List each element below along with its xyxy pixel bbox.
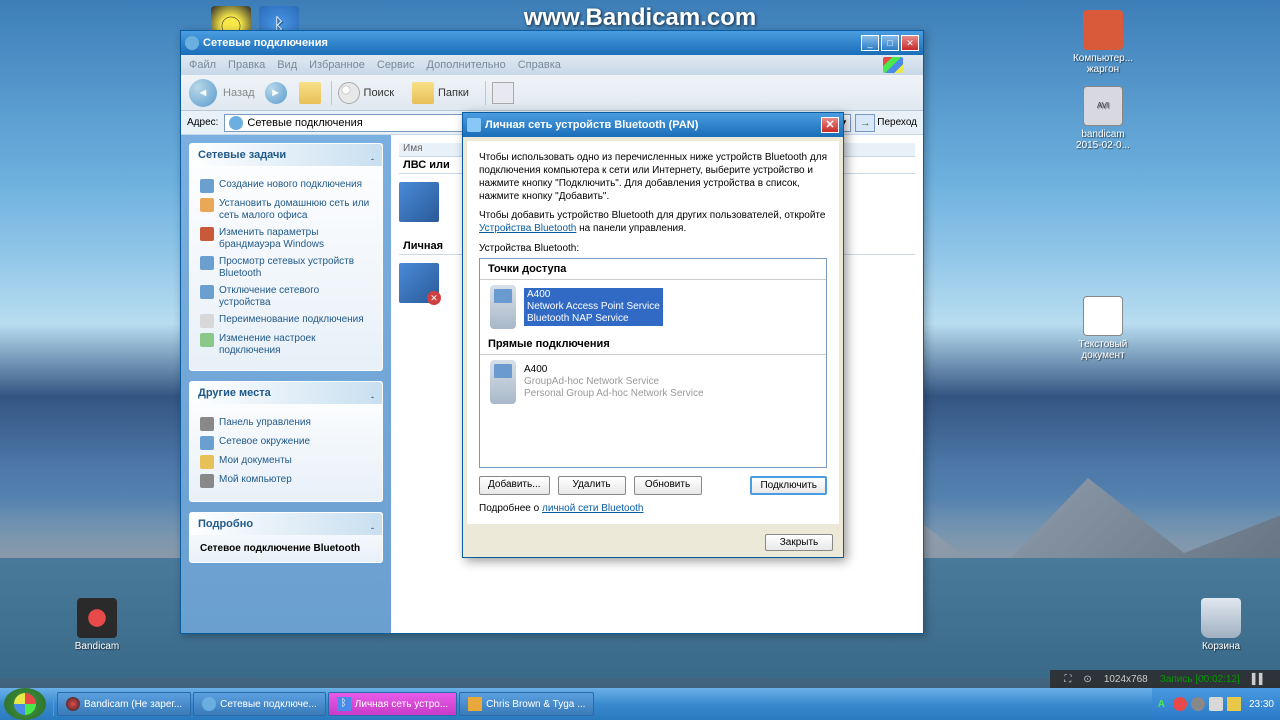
monitor-icon <box>399 263 439 303</box>
place-computer[interactable]: Мой компьютер <box>200 474 372 488</box>
bandicam-status-overlay: ⛶ ⊙ 1024x768 Запись [00:02:12] ▌▌ <box>1050 670 1280 688</box>
tray-icon[interactable] <box>1191 697 1205 711</box>
desktop-icon-txt[interactable]: Текстовый документ <box>1068 296 1138 362</box>
menubar[interactable]: ФайлПравкаВидИзбранноеСервисДополнительн… <box>181 55 923 75</box>
monitor-icon <box>399 182 439 222</box>
desktop-icon-trash[interactable]: Корзина <box>1186 598 1256 653</box>
dialog-titlebar[interactable]: Личная сеть устройств Bluetooth (PAN) ✕ <box>463 113 843 137</box>
group-direct: Прямые подключения <box>480 334 826 355</box>
task-new-connection[interactable]: Создание нового подключения <box>200 179 372 193</box>
close-dialog-button[interactable]: Закрыть <box>765 534 833 551</box>
start-button[interactable] <box>4 688 46 720</box>
desktop-icon-avi[interactable]: AVIbandicam 2015-02-0... <box>1068 86 1138 152</box>
desktop-icon-bandicam[interactable]: Bandicam <box>62 598 132 653</box>
windows-flag-icon <box>883 57 903 73</box>
network-icon <box>185 36 199 50</box>
tray-icon[interactable] <box>1173 697 1187 711</box>
search-icon[interactable] <box>338 82 360 104</box>
go-button[interactable]: → <box>855 114 875 132</box>
network-tasks-panel: Сетевые задачиꞈ Создание нового подключе… <box>189 143 383 371</box>
desktop-icon-ppt[interactable]: Компьютер... жаргон <box>1068 10 1138 76</box>
place-network[interactable]: Сетевое окружение <box>200 436 372 450</box>
task-properties[interactable]: Изменение настроек подключения <box>200 333 372 357</box>
device-item-a400-ap[interactable]: A400Network Access Point ServiceBluetoot… <box>480 280 826 334</box>
tray-volume-icon[interactable] <box>1209 697 1223 711</box>
dialog-text: Чтобы использовать одно из перечисленных… <box>479 151 827 203</box>
bluetooth-icon: ᛒ <box>337 697 351 711</box>
language-indicator[interactable]: А <box>1158 699 1165 710</box>
task-firewall[interactable]: Изменить параметры брандмауэра Windows <box>200 227 372 251</box>
details-panel: Подробноꞈ Сетевое подключение Bluetooth <box>189 512 383 563</box>
group-access-points: Точки доступа <box>480 259 826 280</box>
taskbar-item-aimp[interactable]: Chris Brown & Tyga ... <box>459 692 594 716</box>
aimp-icon <box>468 697 482 711</box>
system-tray[interactable]: А 23:30 <box>1152 688 1280 720</box>
dialog-text: Чтобы добавить устройство Bluetooth для … <box>479 209 827 235</box>
network-icon <box>202 697 216 711</box>
close-button[interactable]: ✕ <box>901 35 919 51</box>
device-list[interactable]: Точки доступа A400Network Access Point S… <box>479 258 827 468</box>
toolbar: ◄ Назад ► Поиск Папки <box>181 75 923 111</box>
task-rename[interactable]: Переименование подключения <box>200 314 372 328</box>
taskbar-item-bluetooth-dialog[interactable]: ᛒЛичная сеть устро... <box>328 692 457 716</box>
sidebar: Сетевые задачиꞈ Создание нового подключе… <box>181 135 391 633</box>
bt-devices-link[interactable]: Устройства Bluetooth <box>479 223 576 234</box>
refresh-button[interactable]: Обновить <box>634 476 702 495</box>
task-bt-devices[interactable]: Просмотр сетевых устройств Bluetooth <box>200 256 372 280</box>
chevron-up-icon: ꞈ <box>371 519 374 529</box>
connect-button[interactable]: Подключить <box>750 476 827 495</box>
task-disable[interactable]: Отключение сетевого устройства <box>200 285 372 309</box>
place-documents[interactable]: Мои документы <box>200 455 372 469</box>
clock[interactable]: 23:30 <box>1249 699 1274 710</box>
minimize-button[interactable]: _ <box>861 35 879 51</box>
add-button[interactable]: Добавить... <box>479 476 550 495</box>
chevron-up-icon: ꞈ <box>371 150 374 160</box>
task-home-network[interactable]: Установить домашнюю сеть или сеть малого… <box>200 198 372 222</box>
bandicam-watermark: www.Bandicam.com <box>524 4 757 32</box>
back-button[interactable]: ◄ <box>189 79 217 107</box>
taskbar-item-network[interactable]: Сетевые подключе... <box>193 692 326 716</box>
taskbar-item-bandicam[interactable]: Bandicam (Не зарег... <box>57 692 191 716</box>
maximize-button[interactable]: □ <box>881 35 899 51</box>
titlebar[interactable]: Сетевые подключения _ □ ✕ <box>181 31 923 55</box>
up-button[interactable] <box>299 82 321 104</box>
chevron-up-icon: ꞈ <box>371 388 374 398</box>
bandicam-icon <box>66 697 80 711</box>
forward-button[interactable]: ► <box>265 82 287 104</box>
taskbar: Bandicam (Не зарег... Сетевые подключе..… <box>0 688 1280 720</box>
phone-icon <box>490 285 516 329</box>
dialog-close-button[interactable]: ✕ <box>821 117 839 133</box>
place-control-panel[interactable]: Панель управления <box>200 417 372 431</box>
views-button[interactable] <box>492 82 514 104</box>
network-icon <box>229 116 243 130</box>
device-list-label: Устройства Bluetooth: <box>479 243 827 254</box>
delete-button[interactable]: Удалить <box>558 476 626 495</box>
bluetooth-icon <box>467 118 481 132</box>
device-item-a400-direct[interactable]: A400GroupAd-hoc Network ServicePersonal … <box>480 355 826 409</box>
tray-icon[interactable] <box>1227 697 1241 711</box>
phone-icon <box>490 360 516 404</box>
more-info-link: Подробнее о личной сети Bluetooth <box>479 503 827 514</box>
other-places-panel: Другие местаꞈ Панель управления Сетевое … <box>189 381 383 502</box>
folders-button[interactable] <box>412 82 434 104</box>
bluetooth-pan-dialog: Личная сеть устройств Bluetooth (PAN) ✕ … <box>462 112 844 558</box>
